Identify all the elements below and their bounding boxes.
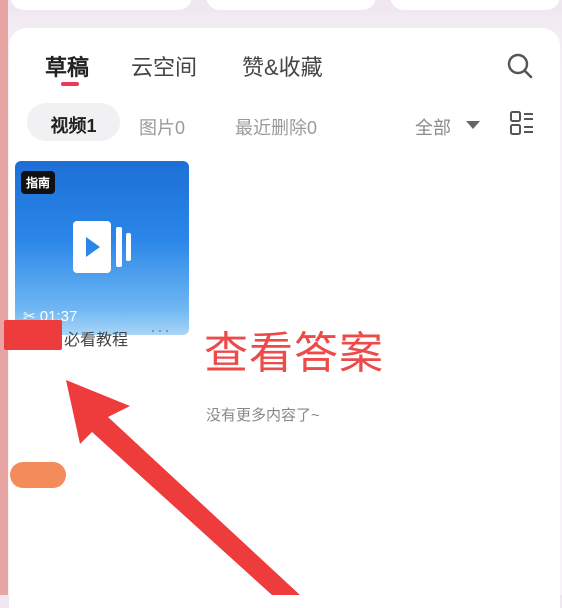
guide-badge: 指南: [21, 171, 56, 194]
draft-title[interactable]: 必看教程: [64, 326, 128, 350]
subtab-recent-deleted[interactable]: 最近删除0: [235, 114, 317, 140]
tab-active-indicator: [61, 82, 79, 86]
layout-icon[interactable]: [509, 110, 535, 136]
search-icon[interactable]: [506, 52, 534, 80]
tab-cloud[interactable]: 云空间: [131, 50, 197, 82]
tab-bar: 草稿 云空间 赞&收藏: [9, 28, 560, 108]
draft-thumbnail[interactable]: 指南 ✂ 01:37: [15, 161, 189, 335]
top-card-middle: [206, 0, 376, 10]
video-icon: [73, 221, 131, 273]
tab-likes-favorites[interactable]: 赞&收藏: [242, 50, 323, 82]
chevron-down-icon[interactable]: [466, 121, 480, 129]
tab-drafts[interactable]: 草稿: [45, 50, 89, 82]
filter-dropdown[interactable]: 全部: [415, 114, 451, 140]
top-card-left: [10, 0, 192, 10]
more-options-button[interactable]: ···: [150, 320, 171, 341]
orange-annotation-mark: [10, 462, 66, 488]
overlay-annotation-text: 查看答案: [204, 329, 384, 378]
subtab-video[interactable]: 视频1: [27, 103, 120, 141]
top-card-right: [390, 0, 560, 10]
left-edge-strip: [0, 0, 8, 595]
subtab-images[interactable]: 图片0: [139, 114, 185, 140]
subtab-video-label: 视频1: [50, 116, 97, 136]
red-highlight-box: [4, 320, 62, 350]
no-more-content-text: 没有更多内容了~: [206, 407, 320, 424]
